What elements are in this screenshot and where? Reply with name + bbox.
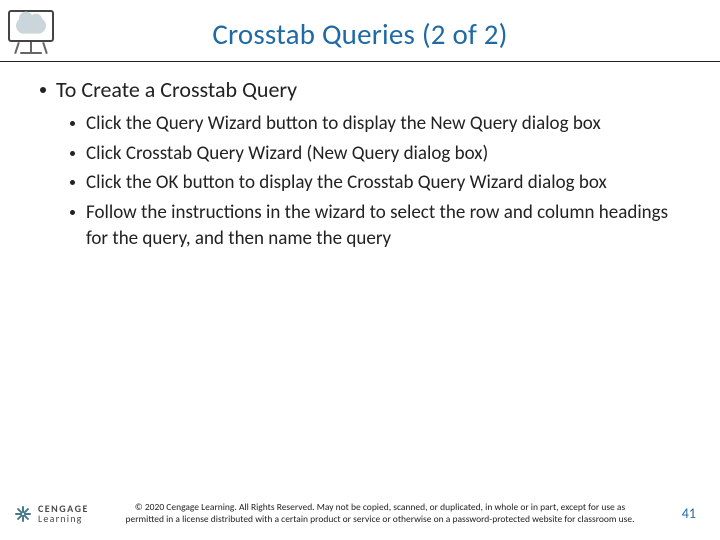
page-number: 41 bbox=[682, 505, 696, 522]
copyright-text: © 2020 Cengage Learning. All Rights Rese… bbox=[120, 502, 640, 526]
list-item: Click the Query Wizard button to display… bbox=[70, 111, 680, 137]
list-item: Click the OK button to display the Cross… bbox=[70, 170, 680, 196]
bullet-list: Click the Query Wizard button to display… bbox=[40, 111, 680, 251]
logo-text-bottom: Learning bbox=[38, 514, 89, 524]
list-item: Click Crosstab Query Wizard (New Query d… bbox=[70, 141, 680, 167]
slide: Crosstab Queries (2 of 2) To Create a Cr… bbox=[0, 0, 720, 540]
presentation-easel-icon bbox=[6, 8, 56, 58]
heading-text: To Create a Crosstab Query bbox=[56, 76, 297, 103]
cengage-logo: CENGAGE Learning bbox=[14, 504, 89, 524]
title-row: Crosstab Queries (2 of 2) bbox=[0, 6, 720, 62]
burst-icon bbox=[14, 505, 32, 523]
slide-title: Crosstab Queries (2 of 2) bbox=[0, 16, 720, 52]
slide-body: To Create a Crosstab Query Click the Que… bbox=[40, 76, 680, 255]
list-item: Follow the instructions in the wizard to… bbox=[70, 200, 680, 251]
heading-level1: To Create a Crosstab Query bbox=[40, 76, 680, 103]
bullet-dot-icon bbox=[40, 87, 46, 93]
